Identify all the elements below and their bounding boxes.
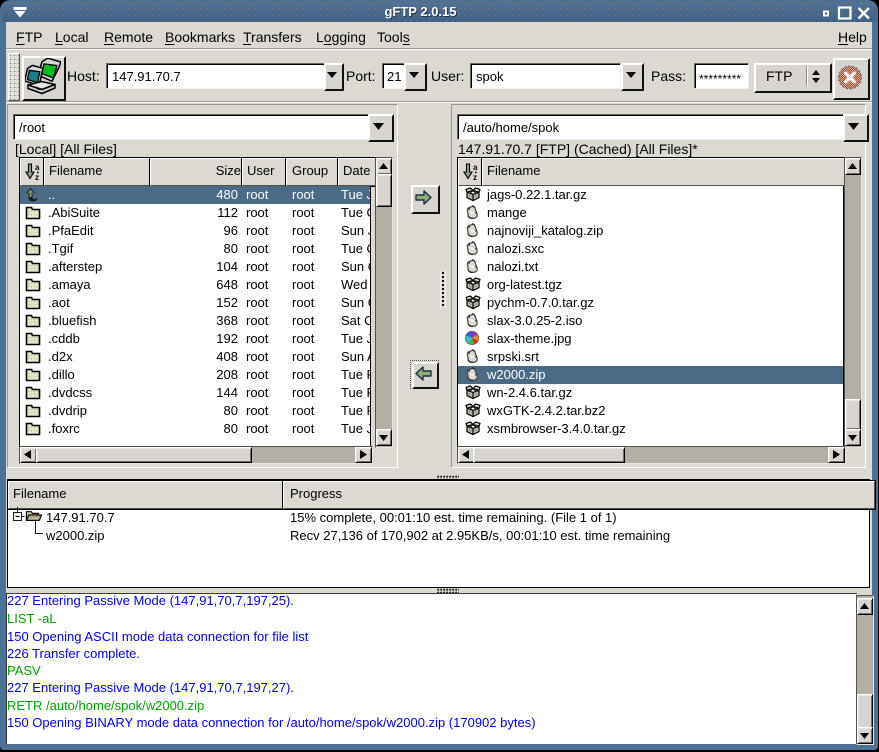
svg-text:a: a bbox=[473, 163, 478, 172]
svg-text:z: z bbox=[35, 173, 39, 180]
svg-text:z: z bbox=[473, 173, 477, 180]
svg-text:a: a bbox=[35, 163, 40, 172]
